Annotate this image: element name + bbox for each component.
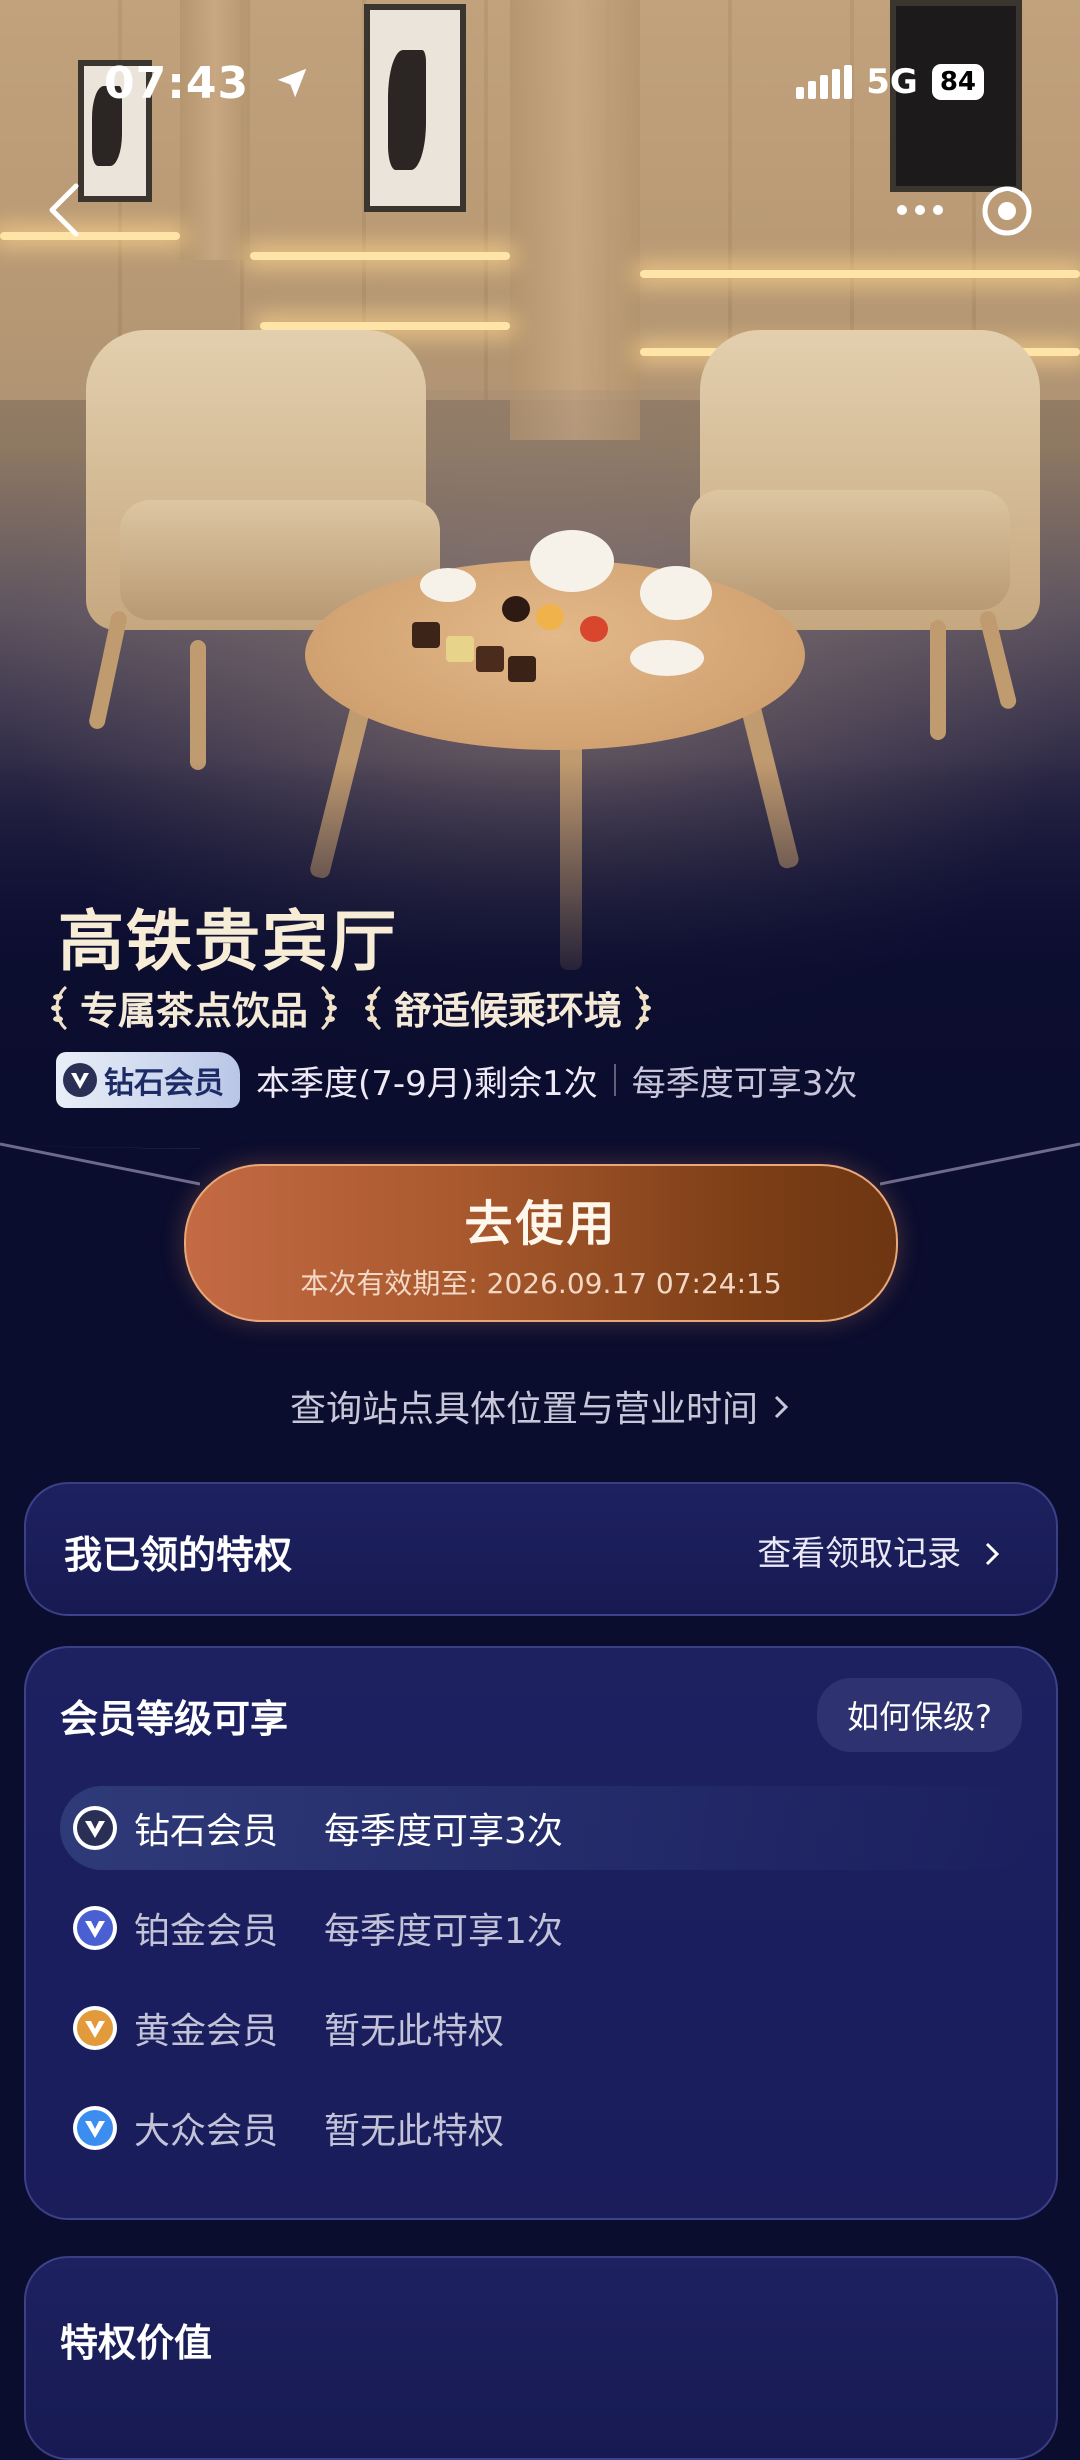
how-to-keep-level-button[interactable]: 如何保级? (817, 1678, 1022, 1752)
status-indicators: 5G 84 (796, 62, 984, 102)
claim-history-label: 查看领取记录 (757, 1534, 962, 1574)
member-levels-card: 会员等级可享 如何保级? 钻石会员 每季度可享3次 铂金会员 每季度可享1次 黄… (24, 1646, 1058, 2220)
station-info-link-label: 查询站点具体位置与营业时间 (289, 1389, 758, 1430)
member-badge-label: 钻石会员 (104, 1066, 224, 1101)
location-arrow-icon (278, 68, 307, 98)
chevron-right-icon (985, 1542, 1000, 1566)
wall-light (260, 322, 510, 330)
tier-name: 大众会员 (134, 2111, 279, 2152)
station-info-link[interactable]: 查询站点具体位置与营业时间 (0, 1380, 1080, 1432)
wall-painting (364, 4, 466, 212)
tier-desc: 暂无此特权 (324, 2011, 505, 2052)
feature-tag: 专属茶点饮品 (50, 980, 338, 1035)
feature-tags: 专属茶点饮品 舒适候乘环境 (50, 980, 652, 1035)
chevron-right-icon (772, 1389, 790, 1430)
member-quota-row: 钻石会员 本季度(7-9月)剩余1次 每季度可享3次 (56, 1052, 857, 1108)
wall-light (640, 270, 1080, 278)
dessert (536, 604, 564, 630)
tier-row-platinum: 铂金会员 每季度可享1次 (60, 1886, 1030, 1970)
claimed-title: 我已领的特权 (64, 1533, 293, 1577)
platinum-member-icon (73, 1906, 117, 1950)
wall-pillar (510, 0, 640, 440)
wall-light (250, 252, 510, 260)
claimed-privileges-card[interactable]: 我已领的特权 查看领取记录 (24, 1482, 1058, 1616)
tier-row-basic: 大众会员 暂无此特权 (60, 2086, 1030, 2170)
privilege-value-card: 特权价值 (24, 2256, 1058, 2460)
dessert (580, 616, 608, 642)
divider (613, 1064, 616, 1096)
value-title: 特权价值 (60, 2321, 213, 2365)
laurel-icon (365, 985, 382, 1030)
dessert (476, 646, 504, 672)
use-button[interactable]: 去使用 本次有效期至: 2026.09.17 07:24:15 (184, 1164, 898, 1322)
battery-icon: 84 (931, 64, 984, 100)
teapot (530, 530, 614, 592)
basic-member-icon (73, 2106, 117, 2150)
decor-beam-left (0, 1142, 200, 1186)
remaining-text: 本季度(7-9月)剩余1次 (256, 1063, 598, 1104)
page-title: 高铁贵宾厅 (58, 903, 398, 980)
tier-row-diamond: 钻石会员 每季度可享3次 (60, 1786, 1030, 1870)
validity-text: 本次有效期至: 2026.09.17 07:24:15 (300, 1267, 782, 1300)
laurel-icon (320, 985, 338, 1030)
tier-desc: 暂无此特权 (324, 2111, 505, 2152)
tier-desc: 每季度可享1次 (324, 1911, 563, 1952)
feature-tag: 舒适候乘环境 (364, 980, 652, 1035)
wall-pillar (180, 0, 250, 260)
use-button-label: 去使用 (464, 1196, 618, 1252)
tier-desc: 每季度可享3次 (324, 1811, 563, 1852)
status-time: 07:43 (104, 58, 311, 109)
teacup (420, 568, 476, 602)
signal-icon (796, 65, 853, 99)
member-badge: 钻石会员 (56, 1052, 240, 1108)
levels-title: 会员等级可享 (60, 1697, 289, 1741)
decor-beam-right (880, 1142, 1080, 1186)
feature-tag-label: 舒适候乘环境 (394, 989, 623, 1033)
dessert (502, 596, 530, 622)
more-icon[interactable] (892, 190, 948, 230)
back-icon[interactable] (40, 180, 90, 240)
tier-name: 钻石会员 (134, 1811, 279, 1852)
teapot (640, 566, 712, 620)
gold-member-icon (73, 2006, 117, 2050)
teacup (630, 640, 704, 676)
dessert (446, 636, 474, 662)
diamond-member-icon (63, 1063, 97, 1097)
feature-tag-label: 专属茶点饮品 (80, 989, 309, 1033)
diamond-member-icon (73, 1806, 117, 1850)
laurel-icon (51, 985, 68, 1030)
wall-light (0, 232, 180, 240)
close-miniprogram-icon[interactable] (980, 184, 1034, 238)
network-type: 5G (866, 62, 918, 102)
quota-text: 每季度可享3次 (631, 1063, 858, 1104)
claim-history-link[interactable]: 查看领取记录 (757, 1526, 1002, 1575)
tier-row-gold: 黄金会员 暂无此特权 (60, 1986, 1030, 2070)
tier-name: 铂金会员 (134, 1911, 279, 1952)
tier-name: 黄金会员 (134, 2011, 279, 2052)
dessert (508, 656, 536, 682)
dessert (412, 622, 440, 648)
laurel-icon (634, 985, 652, 1030)
